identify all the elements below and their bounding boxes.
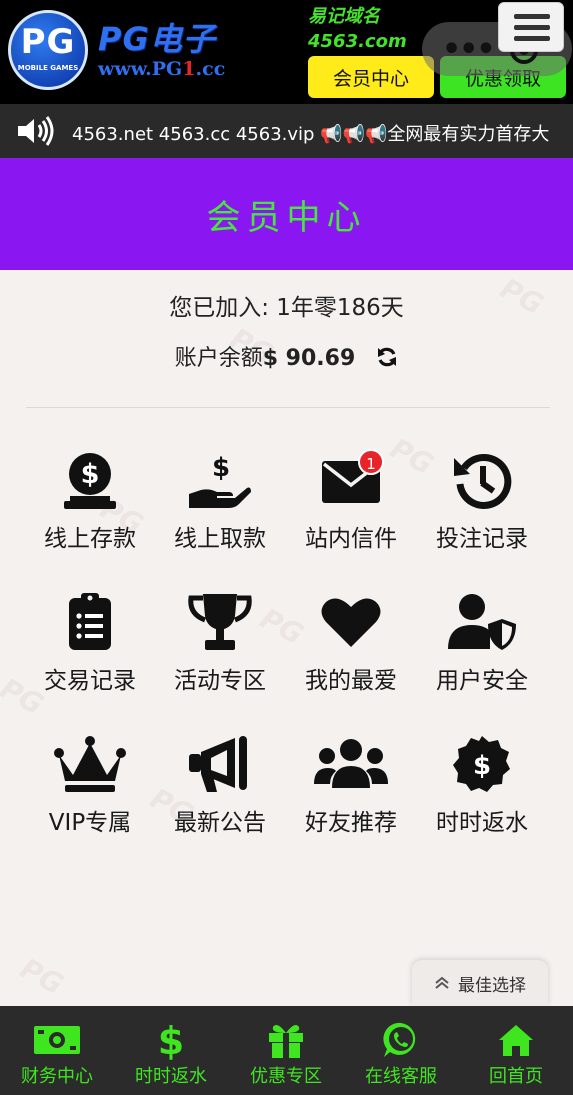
menu-button[interactable] — [498, 2, 564, 52]
joined-label: 您已加入: — [169, 295, 277, 321]
hamburger-line — [514, 25, 550, 30]
tile-label: 我的最爱 — [305, 668, 397, 694]
tile-refer-friends[interactable]: 好友推荐 — [286, 729, 416, 859]
nav-home[interactable]: 回首页 — [459, 1006, 573, 1095]
tile-online-withdraw[interactable]: $ 线上取款 — [155, 445, 285, 575]
refresh-icon[interactable] — [376, 346, 398, 368]
brand-title: PG电子 — [98, 20, 216, 58]
hand-dollar-icon: $ — [189, 453, 251, 508]
tile-account-security[interactable]: 用户安全 — [417, 587, 547, 717]
page-banner: 会员中心 — [0, 158, 573, 270]
tile-label: 用户安全 — [436, 668, 528, 694]
tile-label: 交易记录 — [44, 668, 136, 694]
users-icon — [314, 739, 388, 788]
tile-vip[interactable]: VIP专属 — [25, 729, 155, 859]
nav-label: 时时返水 — [135, 1066, 207, 1087]
brand-url-highlight: 1 — [182, 58, 196, 80]
tile-label: 好友推荐 — [305, 810, 397, 836]
tile-instant-rebate[interactable]: $ 时时返水 — [417, 729, 547, 859]
speaker-icon — [18, 116, 54, 146]
nav-label: 回首页 — [489, 1066, 543, 1087]
user-shield-icon — [448, 594, 516, 650]
bottom-nav: 财务中心 $ 时时返水 优惠专区 在线客服 回首页 — [0, 1006, 573, 1095]
header: PG MOBILE GAMES PG电子 www.PG1.cc 易记域名 456… — [0, 0, 573, 104]
tile-label: 最新公告 — [174, 810, 266, 836]
nav-label: 财务中心 — [21, 1066, 93, 1087]
home-icon — [499, 1025, 533, 1056]
svg-text:$: $ — [158, 1020, 184, 1060]
brand-url-prefix: www.PG — [98, 58, 183, 80]
membership-duration: 您已加入: 1年零186天 — [0, 288, 573, 322]
domain-note: 易记域名 4563.com — [308, 4, 418, 54]
brand-url-suffix: .cc — [195, 58, 226, 80]
best-choice-chip[interactable]: 最佳选择 — [412, 960, 548, 1006]
svg-text:$: $ — [81, 459, 100, 490]
tile-label: 线上取款 — [174, 526, 266, 552]
nav-customer-service[interactable]: 在线客服 — [344, 1006, 458, 1095]
tile-label: 线上存款 — [44, 526, 136, 552]
hamburger-line — [514, 36, 550, 41]
svg-text:$: $ — [212, 453, 230, 483]
tile-inbox[interactable]: 1 站内信件 — [286, 445, 416, 575]
nav-finance-center[interactable]: 财务中心 — [0, 1006, 114, 1095]
divider — [26, 407, 550, 408]
marquee-text: 4563.net 4563.cc 4563.vip 📢📢📢全网最有实力首存大 — [72, 124, 550, 145]
megaphone-icon — [189, 736, 247, 792]
nav-label: 在线客服 — [365, 1066, 437, 1087]
domain-note-line1: 易记域名 — [308, 6, 380, 27]
chip-label: 最佳选择 — [458, 975, 526, 996]
dollar-icon: $ — [158, 1020, 184, 1060]
tile-favorites[interactable]: 我的最爱 — [286, 587, 416, 717]
coin-deposit-icon: $ — [64, 453, 116, 509]
svg-text:$: $ — [473, 751, 491, 781]
tile-label: VIP专属 — [48, 810, 132, 836]
crown-icon — [54, 736, 126, 792]
gift-icon — [269, 1025, 303, 1058]
page-title: 会员中心 — [206, 197, 367, 238]
joined-value: 1年零186天 — [276, 295, 404, 321]
domain-note-line2: 4563.com — [308, 31, 407, 52]
tile-announcements[interactable]: 最新公告 — [155, 729, 285, 859]
balance-label: 账户余额 — [174, 346, 263, 371]
logo-text: PG — [20, 22, 76, 62]
money-bill-icon — [34, 1026, 80, 1054]
nav-instant-rebate[interactable]: $ 时时返水 — [114, 1006, 228, 1095]
brand-url: www.PG1.cc — [98, 58, 225, 80]
heart-icon — [321, 598, 381, 647]
whatsapp-icon — [383, 1022, 416, 1057]
dollar-badge-icon: $ — [453, 736, 510, 792]
announcement-marquee: 4563.net 4563.cc 4563.vip 📢📢📢全网最有实力首存大 — [0, 104, 573, 158]
hamburger-line — [514, 14, 550, 19]
tile-promotions[interactable]: 活动专区 — [155, 587, 285, 717]
logo[interactable]: PG MOBILE GAMES — [8, 10, 88, 90]
chevron-up-icon — [435, 976, 449, 989]
balance-value: $ 90.69 — [262, 346, 356, 371]
clipboard-list-icon — [69, 593, 111, 650]
watermark: PG — [14, 951, 69, 1002]
history-icon — [454, 453, 512, 509]
logo-subtext: MOBILE GAMES — [17, 64, 79, 72]
tile-transactions[interactable]: 交易记录 — [25, 587, 155, 717]
tile-label: 投注记录 — [436, 526, 528, 552]
tile-online-deposit[interactable]: $ 线上存款 — [25, 445, 155, 575]
member-center-button[interactable]: 会员中心 — [308, 56, 434, 98]
nav-label: 优惠专区 — [250, 1066, 322, 1087]
tile-label: 站内信件 — [305, 526, 397, 552]
trophy-icon — [188, 594, 252, 650]
account-balance: 账户余额$ 90.69 — [0, 340, 573, 372]
tile-bet-history[interactable]: 投注记录 — [417, 445, 547, 575]
tile-label: 活动专区 — [174, 668, 266, 694]
more-dots-icon[interactable]: ••• — [442, 32, 496, 67]
tile-label: 时时返水 — [436, 810, 528, 836]
nav-promo-zone[interactable]: 优惠专区 — [229, 1006, 343, 1095]
unread-badge: 1 — [358, 449, 384, 475]
